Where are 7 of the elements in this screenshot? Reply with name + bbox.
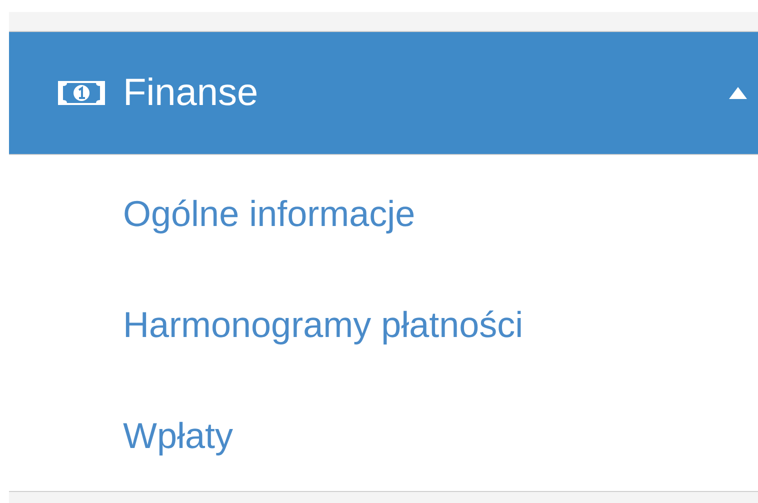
menu-title: Finanse bbox=[123, 72, 260, 114]
banknote-icon bbox=[58, 81, 105, 105]
submenu-link[interactable]: Ogólne informacje bbox=[123, 192, 416, 234]
submenu-link[interactable]: Harmonogramy płatności bbox=[123, 304, 524, 346]
menu-header[interactable]: Finanse bbox=[9, 32, 758, 155]
submenu-link[interactable]: Wpłaty bbox=[123, 414, 234, 456]
caret-icon bbox=[728, 86, 748, 100]
